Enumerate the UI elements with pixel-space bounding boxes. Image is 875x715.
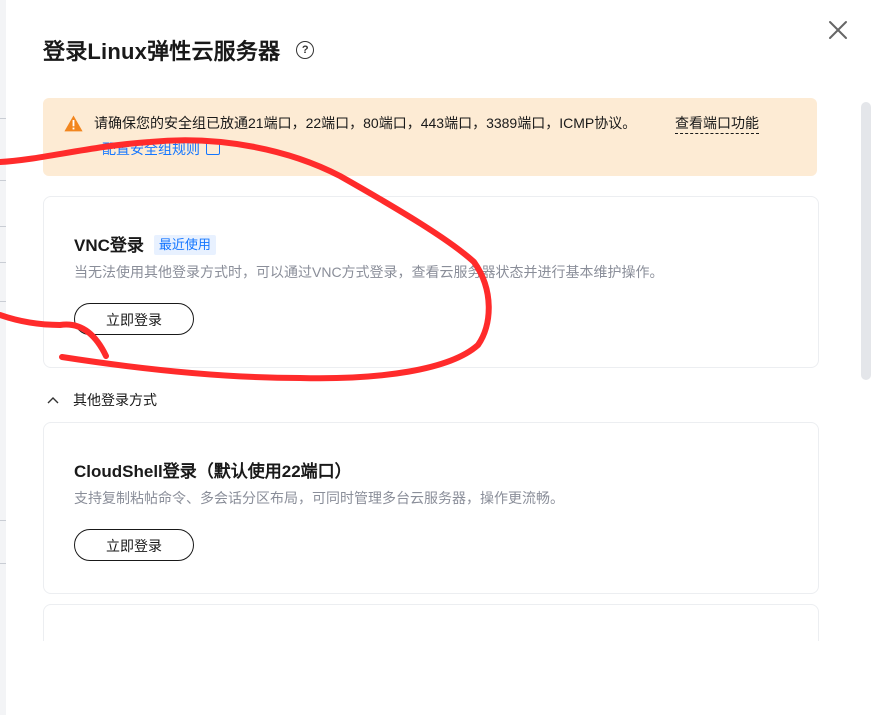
view-port-function-link[interactable]: 查看端口功能 (675, 113, 759, 134)
recently-used-badge: 最近使用 (153, 235, 216, 255)
cloudshell-card-description: 支持复制粘帖命令、多会话分区布局，可同时管理多台云服务器，操作更流畅。 (74, 490, 564, 506)
vnc-title-text: VNC登录 (74, 236, 144, 255)
warning-triangle-icon (64, 115, 83, 132)
external-link-icon (206, 141, 220, 155)
other-login-methods-toggle[interactable]: 其他登录方式 (47, 390, 157, 410)
other-login-methods-label: 其他登录方式 (73, 392, 157, 408)
cloudshell-login-button[interactable]: 立即登录 (74, 529, 194, 561)
next-login-card (43, 604, 819, 641)
login-dialog: 登录Linux弹性云服务器 ? 请确保您的安全组已放通21端口，22端口，80端… (6, 0, 875, 715)
configure-security-rules-label: 配置安全组规则 (102, 141, 200, 157)
question-circle-icon[interactable]: ? (296, 41, 315, 59)
vnc-card-description: 当无法使用其他登录方式时，可以通过VNC方式登录，查看云服务器状态并进行基本维护… (74, 264, 664, 280)
close-icon[interactable] (825, 17, 851, 43)
dialog-header: 登录Linux弹性云服务器 ? (43, 34, 315, 66)
dialog-title: 登录Linux弹性云服务器 (43, 39, 281, 64)
configure-security-rules-link[interactable]: 配置安全组规则 (102, 139, 220, 159)
cloudshell-card-title: CloudShell登录（默认使用22端口） (74, 462, 352, 481)
vnc-login-card: VNC登录 最近使用 当无法使用其他登录方式时，可以通过VNC方式登录，查看云服务… (43, 196, 819, 368)
vnc-card-title: VNC登录 最近使用 (74, 231, 216, 256)
alert-message: 请确保您的安全组已放通21端口，22端口，80端口，443端口，3389端口，I… (94, 115, 637, 131)
vnc-login-button[interactable]: 立即登录 (74, 303, 194, 335)
chevron-up-icon (47, 397, 59, 404)
dialog-content: 请确保您的安全组已放通21端口，22端口，80端口，443端口，3389端口，I… (6, 86, 875, 641)
security-group-alert: 请确保您的安全组已放通21端口，22端口，80端口，443端口，3389端口，I… (43, 98, 817, 176)
cloudshell-login-card: CloudShell登录（默认使用22端口） 支持复制粘帖命令、多会话分区布局，… (43, 422, 819, 594)
